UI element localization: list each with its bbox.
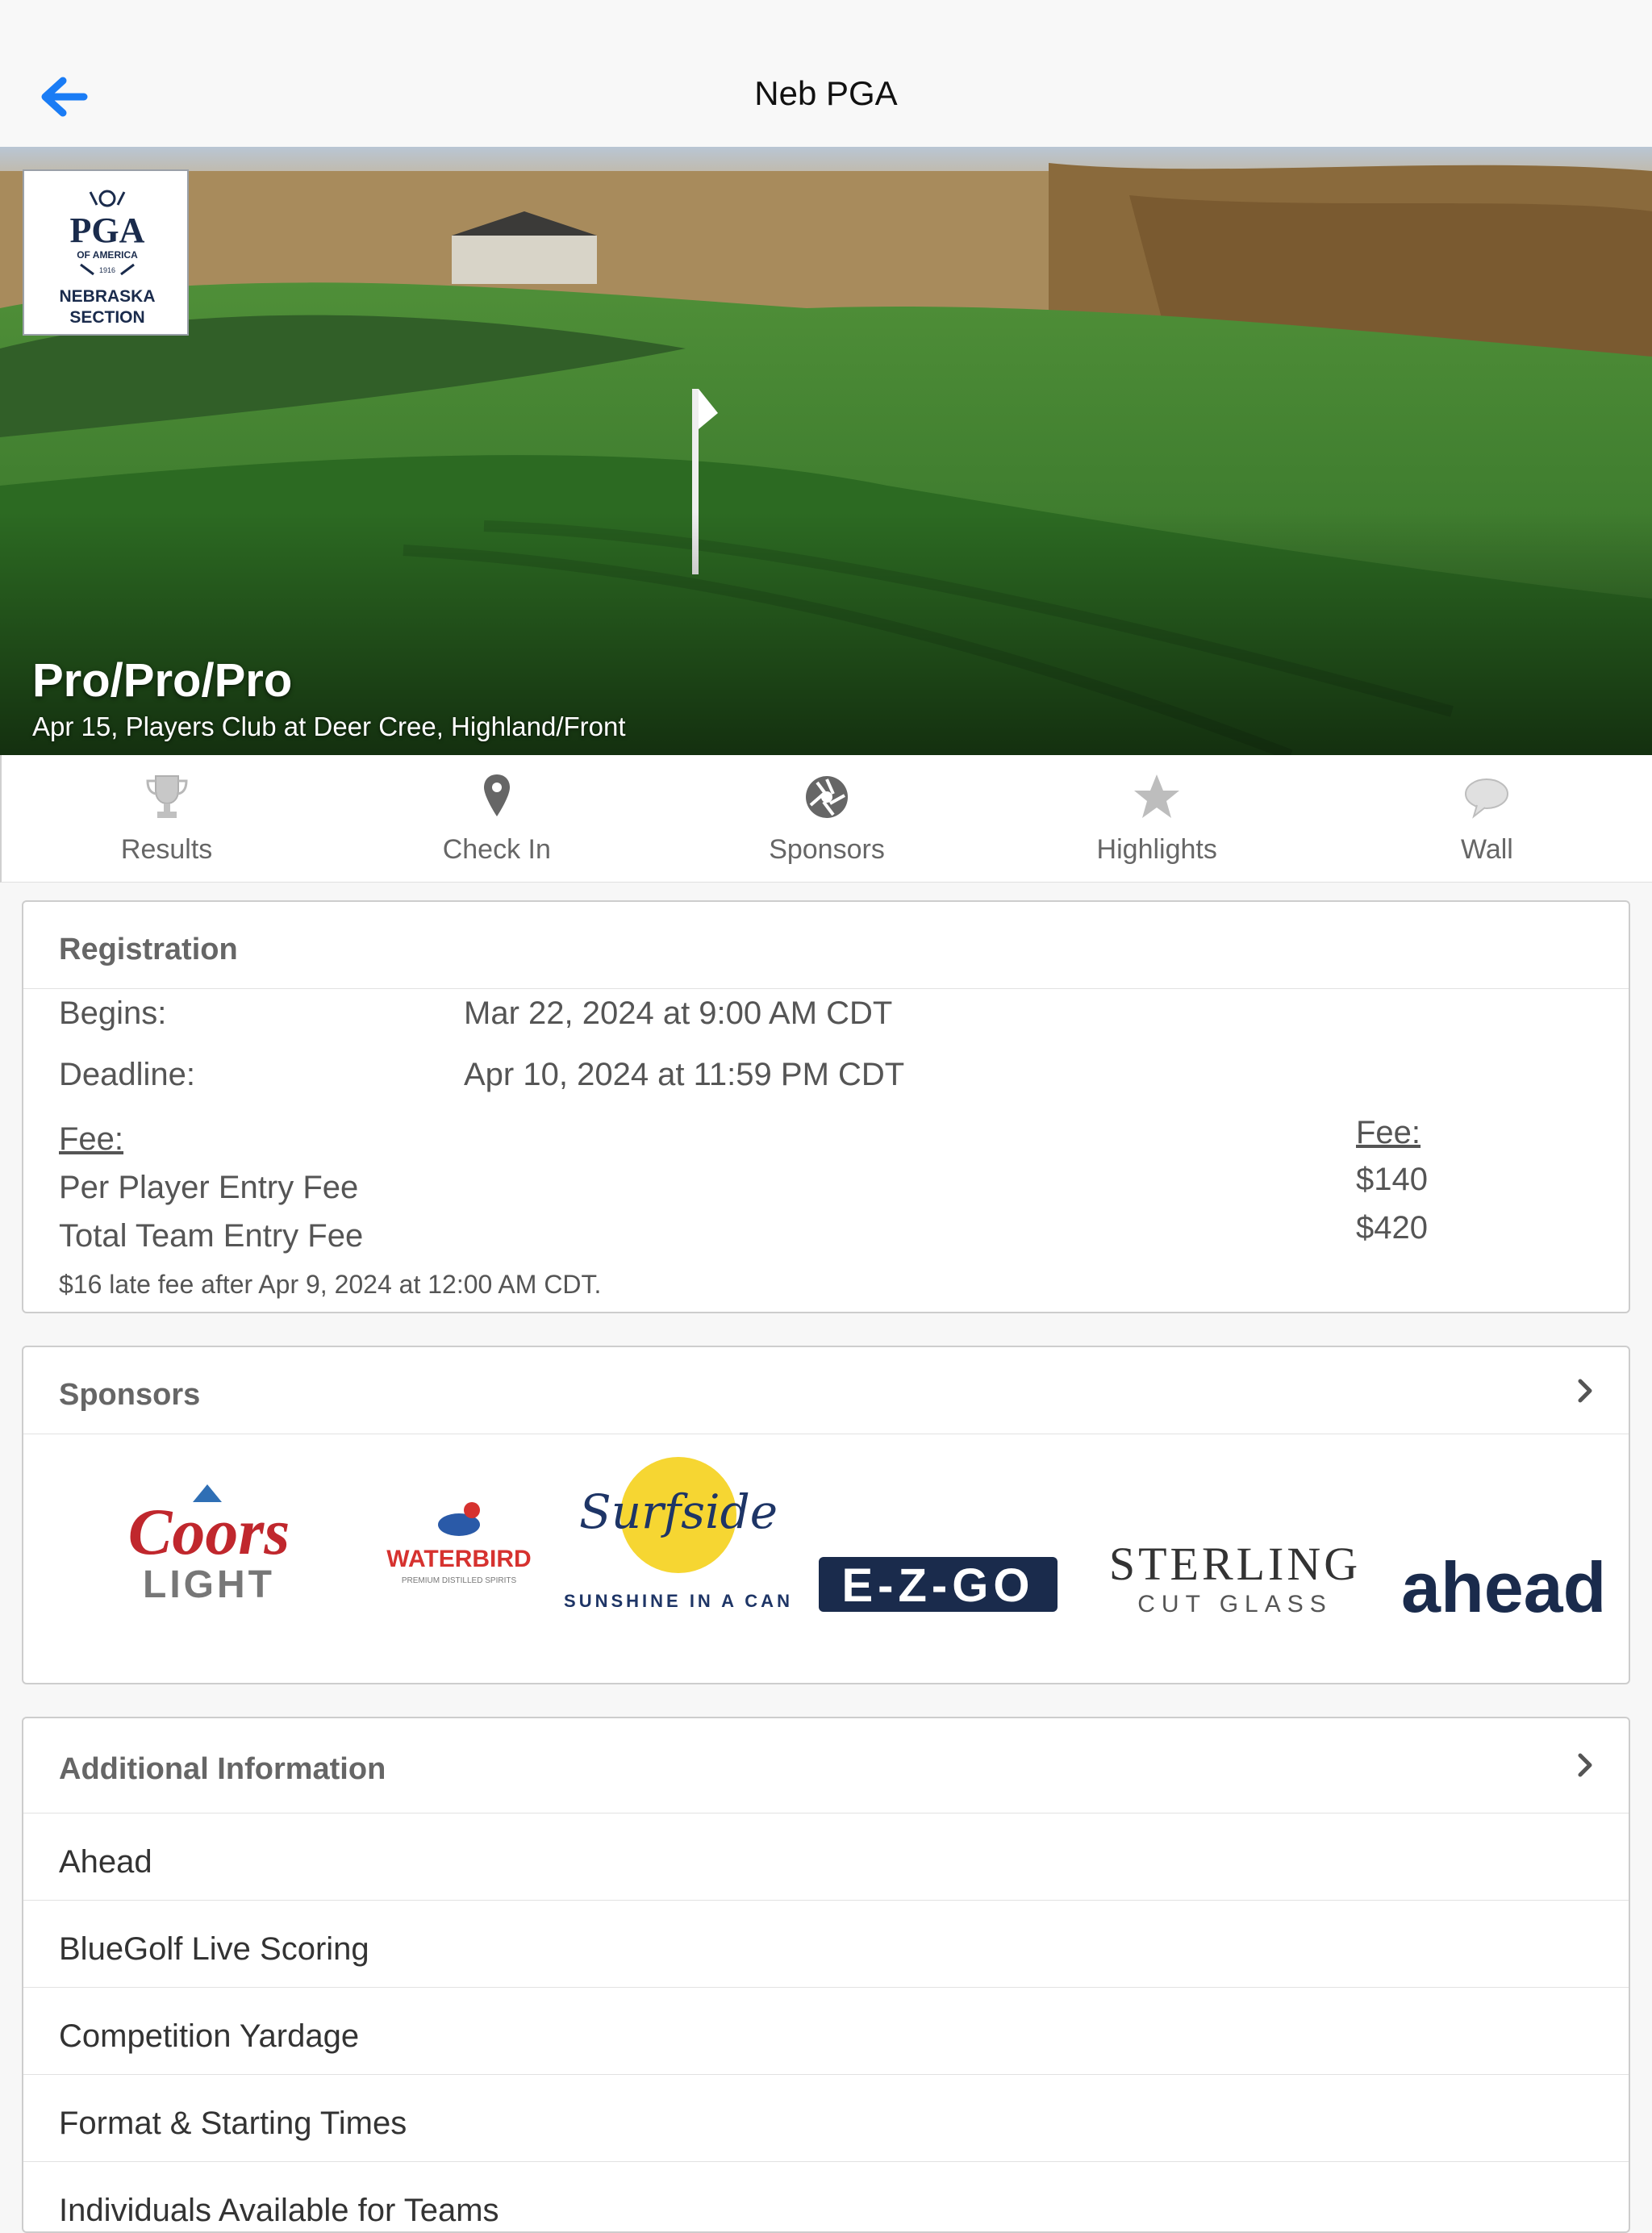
svg-text:PGA: PGA (70, 211, 145, 250)
additional-information-card: Additional Information Ahead BlueGolf Li… (22, 1717, 1630, 2233)
deadline-label: Deadline: (59, 1057, 196, 1092)
registration-card: Registration Begins: Mar 22, 2024 at 9:0… (22, 900, 1630, 1313)
fee-value-heading: Fee: (1356, 1115, 1421, 1150)
event-subtitle: Apr 15, Players Club at Deer Cree, Highl… (32, 712, 626, 741)
svg-text:E-Z-GO: E-Z-GO (842, 1559, 1035, 1612)
aperture-icon (806, 776, 848, 818)
svg-text:OF AMERICA: OF AMERICA (77, 249, 138, 261)
begins-value: Mar 22, 2024 at 9:00 AM CDT (464, 995, 893, 1031)
event-tab-bar: Results Check In Sponsors Highlights Wal… (0, 755, 1652, 883)
tab-results[interactable]: Results (2, 755, 332, 882)
svg-text:NEBRASKA: NEBRASKA (59, 287, 155, 306)
fee-value-per-player: $140 (1356, 1162, 1428, 1197)
fee-item-total-team: Total Team Entry Fee (59, 1218, 364, 1254)
tab-sponsors[interactable]: Sponsors (661, 755, 991, 882)
trophy-icon (146, 775, 188, 818)
registration-header: Registration (23, 902, 1629, 989)
svg-text:PREMIUM DISTILLED SPIRITS: PREMIUM DISTILLED SPIRITS (402, 1576, 517, 1585)
navigation-bar: Neb PGA (0, 0, 1652, 147)
svg-text:LIGHT: LIGHT (143, 1563, 275, 1606)
fee-item-per-player: Per Player Entry Fee (59, 1170, 359, 1205)
list-item-competition-yardage[interactable]: Competition Yardage (23, 1988, 1629, 2075)
list-item-individuals-available[interactable]: Individuals Available for Teams (23, 2162, 1629, 2231)
list-item-format-starting-times[interactable]: Format & Starting Times (23, 2075, 1629, 2162)
begins-label: Begins: (59, 995, 167, 1031)
svg-text:CUT GLASS: CUT GLASS (1137, 1591, 1333, 1617)
tab-sponsors-label: Sponsors (769, 834, 885, 865)
tab-check-in-label: Check In (442, 834, 551, 865)
additional-information-header[interactable]: Additional Information (23, 1718, 1629, 1814)
svg-text:SECTION: SECTION (69, 308, 144, 327)
waterbird-logo[interactable]: WATERBIRD PREMIUM DISTILLED SPIRITS (386, 1502, 532, 1585)
tab-wall-label: Wall (1460, 834, 1513, 865)
list-item-label: Individuals Available for Teams (59, 2193, 499, 2228)
sterling-cut-glass-logo[interactable]: STERLING CUT GLASS (1109, 1538, 1361, 1617)
list-item-ahead[interactable]: Ahead (23, 1814, 1629, 1901)
svg-text:ahead: ahead (1401, 1547, 1606, 1627)
sponsors-title: Sponsors (59, 1378, 201, 1412)
svg-text:Coors: Coors (128, 1495, 290, 1568)
svg-text:STERLING: STERLING (1109, 1538, 1361, 1590)
coors-light-logo[interactable]: Coors LIGHT (128, 1484, 290, 1606)
sponsors-header[interactable]: Sponsors (23, 1347, 1629, 1434)
fee-value-total-team: $420 (1356, 1210, 1428, 1246)
sponsors-card[interactable]: Sponsors Coors LIGHT WATERBIRD PREMIUM D… (22, 1346, 1630, 1684)
map-pin-icon (483, 774, 510, 816)
sponsor-logo-strip[interactable]: Coors LIGHT WATERBIRD PREMIUM DISTILLED … (23, 1436, 1629, 1678)
event-title: Pro/Pro/Pro (32, 654, 293, 707)
list-item-bluegolf-live-scoring[interactable]: BlueGolf Live Scoring (23, 1901, 1629, 1988)
pga-nebraska-logo: PGA OF AMERICA 1916 NEBRASKA SECTION (23, 169, 189, 336)
deadline-value: Apr 10, 2024 at 11:59 PM CDT (464, 1057, 905, 1092)
tab-highlights[interactable]: Highlights (992, 755, 1322, 882)
tab-wall[interactable]: Wall (1322, 755, 1652, 882)
list-item-label: Competition Yardage (59, 2018, 360, 2054)
event-hero: PGA OF AMERICA 1916 NEBRASKA SECTION Pro… (0, 147, 1652, 755)
speech-bubble-icon (1465, 778, 1509, 819)
ahead-logo[interactable]: ahead (1401, 1547, 1606, 1627)
svg-text:SUNSHINE IN A CAN: SUNSHINE IN A CAN (564, 1591, 793, 1611)
late-fee-note: $16 late fee after Apr 9, 2024 at 12:00 … (59, 1270, 602, 1299)
svg-text:WATERBIRD: WATERBIRD (386, 1546, 531, 1572)
tab-highlights-label: Highlights (1096, 834, 1217, 865)
chevron-right-icon (1578, 1379, 1592, 1403)
svg-text:1916: 1916 (99, 266, 115, 274)
chevron-right-icon (1578, 1753, 1592, 1777)
list-item-label: Ahead (59, 1844, 152, 1880)
tab-check-in[interactable]: Check In (332, 755, 661, 882)
additional-information-title: Additional Information (59, 1752, 386, 1786)
nav-title: Neb PGA (754, 74, 898, 112)
star-icon (1134, 774, 1180, 818)
ezgo-logo[interactable]: E-Z-GO (819, 1557, 1058, 1612)
svg-text:Surfside: Surfside (579, 1484, 778, 1539)
fee-heading: Fee: (59, 1121, 124, 1157)
registration-title: Registration (59, 933, 238, 966)
surfside-logo[interactable]: Surfside SUNSHINE IN A CAN (564, 1457, 793, 1611)
tab-results-label: Results (120, 834, 213, 865)
list-item-label: Format & Starting Times (59, 2106, 407, 2141)
list-item-label: BlueGolf Live Scoring (59, 1931, 369, 1967)
